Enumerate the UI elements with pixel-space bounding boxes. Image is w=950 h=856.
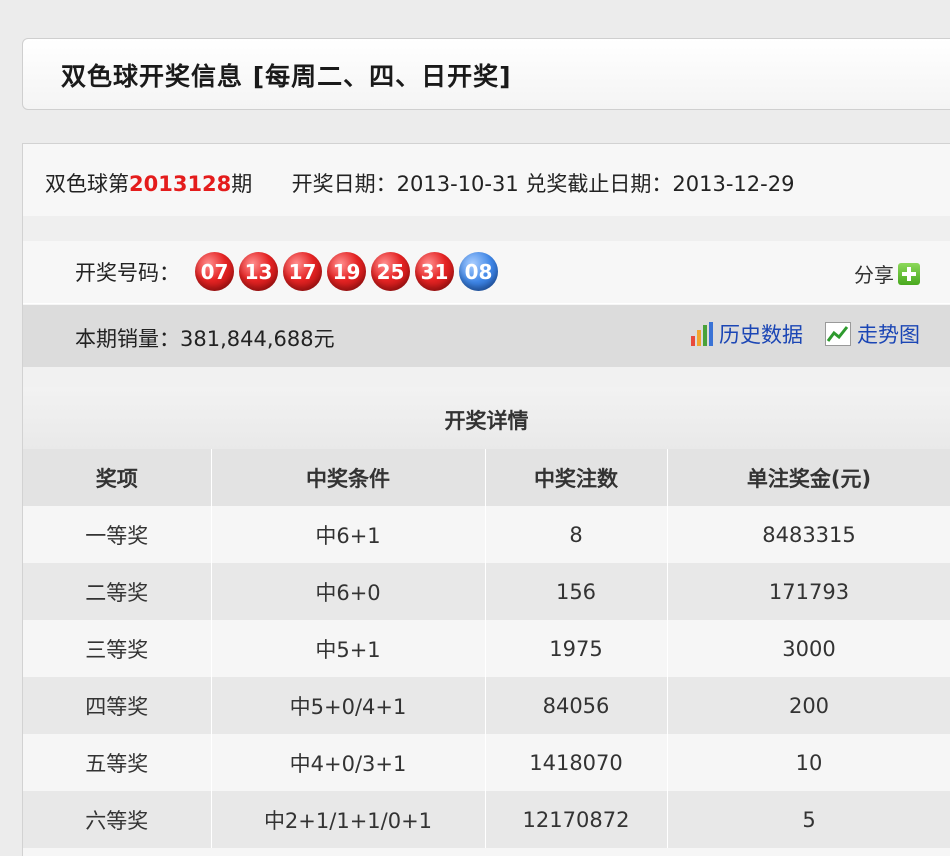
trend-chart-icon [825, 322, 851, 346]
table-cell: 五等奖 [23, 734, 212, 791]
spacer [23, 367, 950, 387]
column-header: 奖项 [23, 449, 212, 506]
table-cell: 中2+1/1+1/0+1 [211, 791, 486, 848]
table-cell: 200 [667, 677, 950, 734]
table-cell: 中4+0/3+1 [211, 734, 486, 791]
table-cell: 171793 [667, 563, 950, 620]
history-data-link[interactable]: 历史数据 [691, 319, 803, 349]
table-cell: 10 [667, 734, 950, 791]
table-cell: 84056 [485, 677, 668, 734]
history-data-label: 历史数据 [719, 323, 803, 347]
table-cell: 中6+0 [211, 563, 486, 620]
trend-chart-link[interactable]: 走势图 [825, 319, 920, 349]
sales-value: 381,844,688元 [180, 327, 335, 351]
deadline-date: 2013-12-29 [672, 172, 795, 196]
sales-row: 本期销量：381,844,688元 历史数据 走势图 [23, 305, 950, 367]
draw-date-label: 开奖日期： [291, 172, 397, 196]
issue-row: 双色球第2013128期 开奖日期：2013-10-31 兑奖截止日期：2013… [23, 144, 950, 216]
share-button[interactable]: 分享 [854, 259, 920, 288]
title-box: 双色球开奖信息 [每周二、四、日开奖] [22, 38, 950, 110]
red-ball: 17 [283, 252, 322, 291]
trend-chart-label: 走势图 [857, 323, 920, 347]
table-cell: 中5+0/4+1 [211, 677, 486, 734]
red-ball: 31 [415, 252, 454, 291]
table-cell: 5 [667, 791, 950, 848]
details-title: 开奖详情 [444, 409, 529, 433]
table-row: 三等奖 中5+1 1975 3000 [23, 620, 950, 677]
table-cell: 二等奖 [23, 563, 212, 620]
table-cell: 1418070 [485, 734, 668, 791]
table-row: 五等奖 中4+0/3+1 1418070 10 [23, 734, 950, 791]
table-cell: 8483315 [667, 506, 950, 563]
column-header: 中奖注数 [485, 449, 668, 506]
draw-date: 2013-10-31 [396, 172, 519, 196]
column-header: 单注奖金(元) [667, 449, 950, 506]
table-cell: 一等奖 [23, 506, 212, 563]
table-cell: 8 [485, 506, 668, 563]
links: 历史数据 走势图 [691, 319, 920, 349]
table-row: 四等奖 中5+0/4+1 84056 200 [23, 677, 950, 734]
table-cell: 六等奖 [23, 791, 212, 848]
column-header: 中奖条件 [211, 449, 486, 506]
table-header-row: 奖项 中奖条件 中奖注数 单注奖金(元) [23, 449, 950, 506]
share-label: 分享 [854, 263, 894, 287]
page-title: 双色球开奖信息 [每周二、四、日开奖] [61, 62, 512, 91]
numbers-label: 开奖号码： [75, 261, 180, 285]
table-cell: 中5+1 [211, 620, 486, 677]
details-header: 开奖详情 [23, 387, 950, 449]
red-ball: 13 [239, 252, 278, 291]
draw-info-panel: 双色球第2013128期 开奖日期：2013-10-31 兑奖截止日期：2013… [22, 143, 950, 856]
spacer [23, 216, 950, 241]
table-cell: 156 [485, 563, 668, 620]
issue-suffix: 期 [231, 172, 253, 196]
table-cell: 12170872 [485, 791, 668, 848]
numbers-row: 开奖号码： 07 13 17 19 25 31 08 分享 [23, 241, 950, 304]
prize-table: 奖项 中奖条件 中奖注数 单注奖金(元) 一等奖 中6+1 8 8483315 … [23, 449, 950, 848]
red-ball: 19 [327, 252, 366, 291]
sales-label: 本期销量： [75, 327, 180, 351]
red-ball: 07 [195, 252, 234, 291]
issue-number: 2013128 [129, 172, 232, 196]
table-cell: 1975 [485, 620, 668, 677]
plus-icon [898, 262, 920, 285]
deadline-label: 兑奖截止日期： [525, 172, 673, 196]
table-row: 六等奖 中2+1/1+1/0+1 12170872 5 [23, 791, 950, 848]
table-row: 一等奖 中6+1 8 8483315 [23, 506, 950, 563]
table-cell: 3000 [667, 620, 950, 677]
table-row: 二等奖 中6+0 156 171793 [23, 563, 950, 620]
table-cell: 三等奖 [23, 620, 212, 677]
red-ball: 25 [371, 252, 410, 291]
bar-chart-icon [691, 322, 713, 346]
table-cell: 中6+1 [211, 506, 486, 563]
blue-ball: 08 [459, 252, 498, 291]
balls: 07 13 17 19 25 31 08 [195, 252, 498, 291]
issue-prefix: 双色球第 [45, 172, 129, 196]
table-cell: 四等奖 [23, 677, 212, 734]
